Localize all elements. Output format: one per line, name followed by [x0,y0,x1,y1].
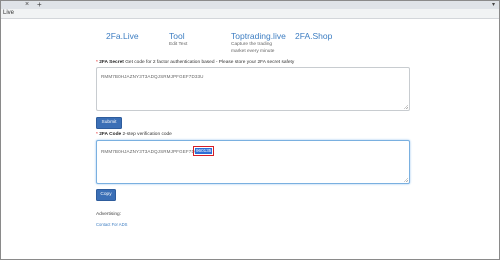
tab-list-dropdown-icon[interactable]: ▾ [492,1,495,9]
nav-toptrading-title[interactable]: Toptrading.live [231,31,286,41]
nav-2fa-live[interactable]: 2Fa.Live [106,31,139,41]
otp-highlight-box: 960135 [193,146,215,156]
code-value-prefix: RMM7B0HJAZNY3T3ADQJSRMJPFGEF7D33U| [101,149,205,154]
nav-tool-title[interactable]: Tool [169,31,187,41]
code-label: * 2FA Code 2-step verification code [96,132,172,138]
close-tab-icon[interactable]: × [25,1,29,9]
advertising-label: Advertising: [96,212,122,217]
secret-label-title: 2FA Secret [99,60,124,65]
code-textarea[interactable]: RMM7B0HJAZNY3T3ADQJSRMJPFGEF7D33U| [96,140,410,184]
code-required-marker: * [96,132,98,137]
copy-button[interactable]: Copy [96,189,116,201]
address-bar[interactable]: Live [1,9,499,19]
secret-label: * 2FA Secret Get code for 2 factor authe… [96,60,294,66]
contact-ads-link[interactable]: Contact For ADS [96,222,127,228]
address-text: Live [3,10,15,16]
nav-tool-subtitle: Edit Text [169,42,188,47]
nav-2fa-shop-title[interactable]: 2FA.Shop [295,31,332,41]
code-label-description: 2-step verification code [122,132,172,137]
nav-toptrading-subtitle-2: market every minute [231,49,275,54]
new-tab-icon[interactable]: + [37,1,42,9]
otp-code[interactable]: 960135 [195,148,213,154]
secret-label-description: Get code for 2 factor authentication bas… [125,60,295,65]
nav-toptrading[interactable]: Toptrading.live Capture the trading mark… [231,31,286,55]
secret-value: RMM7B0HJAZNY3T3ADQJSRMJPFGEF7D33U [101,74,204,79]
submit-button[interactable]: Submit [96,117,122,129]
nav-2fa-live-title[interactable]: 2Fa.Live [106,31,139,41]
tab-strip: × + ▾ [1,1,499,9]
secret-textarea[interactable]: RMM7B0HJAZNY3T3ADQJSRMJPFGEF7D33U [96,67,410,111]
resize-grip-icon[interactable] [404,178,408,182]
nav-tool[interactable]: Tool Edit Text [169,31,187,48]
nav-2fa-shop[interactable]: 2FA.Shop [295,31,332,41]
code-label-title: 2FA Code [99,132,122,137]
nav-toptrading-subtitle: Capture the trading [231,42,273,47]
resize-grip-icon[interactable] [404,105,408,109]
secret-required-marker: * [96,60,98,65]
